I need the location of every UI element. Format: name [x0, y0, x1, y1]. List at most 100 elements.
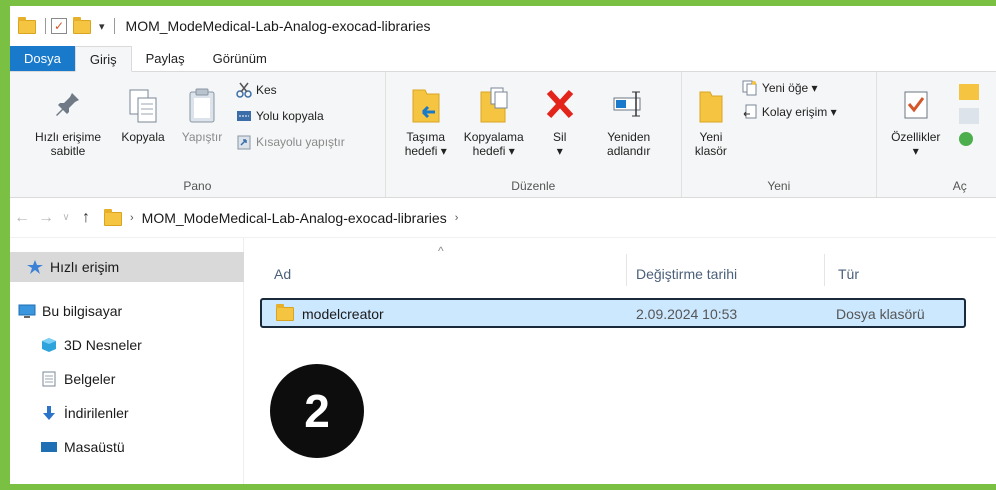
- up-arrow-icon[interactable]: ↑: [74, 209, 98, 227]
- group-label-new: Yeni: [767, 179, 791, 193]
- properties-button[interactable]: Özellikler ▾: [881, 86, 951, 158]
- clipboard-icon: [185, 86, 219, 126]
- separator: [113, 18, 115, 34]
- paste-shortcut-icon: [236, 134, 252, 150]
- breadcrumb-segment[interactable]: MOM_ModeMedical-Lab-Analog-exocad-librar…: [142, 210, 447, 226]
- new-item-icon: [742, 80, 758, 96]
- nav-item-this-pc[interactable]: Bu bilgisayar: [10, 296, 244, 326]
- column-divider[interactable]: [626, 254, 627, 286]
- delete-x-icon: [543, 86, 577, 126]
- column-divider[interactable]: [824, 254, 825, 286]
- scissors-icon: [236, 82, 252, 98]
- cut-button[interactable]: Kes: [236, 82, 277, 98]
- paste-shortcut-label: Kısayolu yapıştır: [256, 135, 345, 149]
- computer-icon: [18, 303, 36, 319]
- edit-icon[interactable]: [958, 108, 979, 124]
- rename-button[interactable]: Yeniden adlandır: [594, 86, 664, 158]
- nav-item-desktop[interactable]: Masaüstü: [10, 432, 244, 462]
- new-item-label: Yeni öğe ▾: [761, 81, 818, 95]
- navigation-pane: Hızlı erişim Bu bilgisayar 3D Nesneler B…: [10, 238, 244, 484]
- folder-icon[interactable]: [18, 17, 36, 35]
- breadcrumb-chevron-icon[interactable]: ›: [130, 212, 134, 224]
- new-folder-button[interactable]: Yeni klasör: [686, 86, 736, 158]
- new-folder-icon: [694, 86, 728, 126]
- rename-icon: [612, 86, 646, 126]
- nav-label: Hızlı erişim: [50, 259, 120, 275]
- tab-home[interactable]: Giriş: [74, 46, 132, 72]
- document-icon: [40, 371, 58, 387]
- copy-path-icon: [236, 108, 252, 124]
- copy-to-label: Kopyalama hedefi ▾: [463, 130, 524, 158]
- column-header-modified[interactable]: Değiştirme tarihi: [636, 266, 737, 282]
- recent-locations-chevron-icon[interactable]: ∨: [58, 212, 74, 223]
- column-header-name[interactable]: Ad: [274, 266, 291, 282]
- nav-item-documents[interactable]: Belgeler: [10, 364, 244, 394]
- open-icon[interactable]: [958, 84, 979, 100]
- properties-quick-icon[interactable]: ✓: [51, 18, 67, 34]
- nav-label: Bu bilgisayar: [42, 303, 123, 319]
- separator: [45, 18, 46, 34]
- tab-view[interactable]: Görünüm: [199, 46, 281, 71]
- easy-access-icon: [742, 104, 758, 120]
- folder-icon: [276, 304, 294, 321]
- tab-share[interactable]: Paylaş: [132, 46, 199, 71]
- nav-item-downloads[interactable]: İndirilenler: [10, 398, 244, 428]
- nav-label: İndirilenler: [64, 405, 129, 421]
- move-folder-icon: [409, 86, 443, 126]
- copy-folder-icon: [477, 86, 511, 126]
- sort-ascending-icon: ^: [438, 244, 444, 258]
- nav-item-quick-access[interactable]: Hızlı erişim: [10, 252, 244, 282]
- group-organize: Taşıma hedefi ▾ Kopyalama hedefi ▾ Sil ▾…: [386, 72, 682, 197]
- new-item-button[interactable]: Yeni öğe ▾: [742, 80, 818, 96]
- table-row[interactable]: modelcreator 2.09.2024 10:53 Dosya klasö…: [260, 298, 966, 328]
- nav-item-3d-objects[interactable]: 3D Nesneler: [10, 330, 244, 360]
- delete-button[interactable]: Sil ▾: [540, 86, 580, 158]
- title-bar: ✓ ▾ MOM_ModeMedical-Lab-Analog-exocad-li…: [10, 6, 996, 46]
- group-label-open: Aç: [952, 179, 967, 193]
- download-icon: [40, 405, 58, 421]
- properties-icon: [899, 86, 933, 126]
- quick-access-dropdown[interactable]: ▾: [99, 20, 105, 33]
- cut-label: Kes: [256, 83, 277, 97]
- group-label-clipboard: Pano: [183, 179, 212, 193]
- row-type: Dosya klasörü: [836, 306, 925, 322]
- history-icon[interactable]: [958, 132, 973, 146]
- forward-arrow-icon[interactable]: →: [34, 209, 58, 227]
- address-bar: ← → ∨ ↑ › MOM_ModeMedical-Lab-Analog-exo…: [10, 198, 996, 238]
- star-icon: [26, 259, 44, 275]
- paste-button[interactable]: Yapıştır: [174, 86, 230, 144]
- pin-label: Hızlı erişime sabitle: [34, 130, 101, 158]
- pin-quick-access-button[interactable]: Hızlı erişime sabitle: [18, 86, 118, 158]
- content-area: Hızlı erişim Bu bilgisayar 3D Nesneler B…: [10, 238, 996, 484]
- row-name: modelcreator: [302, 306, 384, 322]
- folder-icon: [104, 209, 122, 226]
- new-folder-quick-icon[interactable]: [73, 17, 91, 35]
- copy-button[interactable]: Kopyala: [114, 86, 172, 144]
- delete-label: Sil ▾: [553, 130, 567, 158]
- copy-icon: [126, 86, 160, 126]
- paste-shortcut-button[interactable]: Kısayolu yapıştır: [236, 134, 345, 150]
- group-label-organize: Düzenle: [511, 179, 556, 193]
- move-to-button[interactable]: Taşıma hedefi ▾: [396, 86, 456, 158]
- copy-path-label: Yolu kopyala: [256, 109, 324, 123]
- easy-access-button[interactable]: Kolay erişim ▾: [742, 104, 837, 120]
- properties-label: Özellikler ▾: [891, 130, 941, 158]
- copy-to-button[interactable]: Kopyalama hedefi ▾: [456, 86, 532, 158]
- nav-label: Masaüstü: [64, 439, 125, 455]
- copy-path-button[interactable]: Yolu kopyala: [236, 108, 324, 124]
- pin-icon: [51, 86, 85, 126]
- rename-label: Yeniden adlandır: [607, 130, 651, 158]
- column-header-type[interactable]: Tür: [838, 266, 859, 282]
- cube-icon: [40, 337, 58, 353]
- group-open: Özellikler ▾ Aç: [877, 72, 996, 197]
- back-arrow-icon[interactable]: ←: [10, 209, 34, 227]
- new-folder-label: Yeni klasör: [694, 130, 727, 158]
- group-clipboard: Hızlı erişime sabitle Kopyala Yapıştır K…: [10, 72, 386, 197]
- breadcrumb-chevron-icon[interactable]: ›: [455, 212, 459, 224]
- row-modified: 2.09.2024 10:53: [636, 306, 738, 322]
- easy-access-label: Kolay erişim ▾: [761, 105, 837, 119]
- breadcrumb[interactable]: › MOM_ModeMedical-Lab-Analog-exocad-libr…: [104, 209, 466, 226]
- tab-file[interactable]: Dosya: [10, 46, 75, 71]
- file-explorer-window: ✓ ▾ MOM_ModeMedical-Lab-Analog-exocad-li…: [10, 6, 996, 484]
- window-title: MOM_ModeMedical-Lab-Analog-exocad-librar…: [125, 18, 431, 34]
